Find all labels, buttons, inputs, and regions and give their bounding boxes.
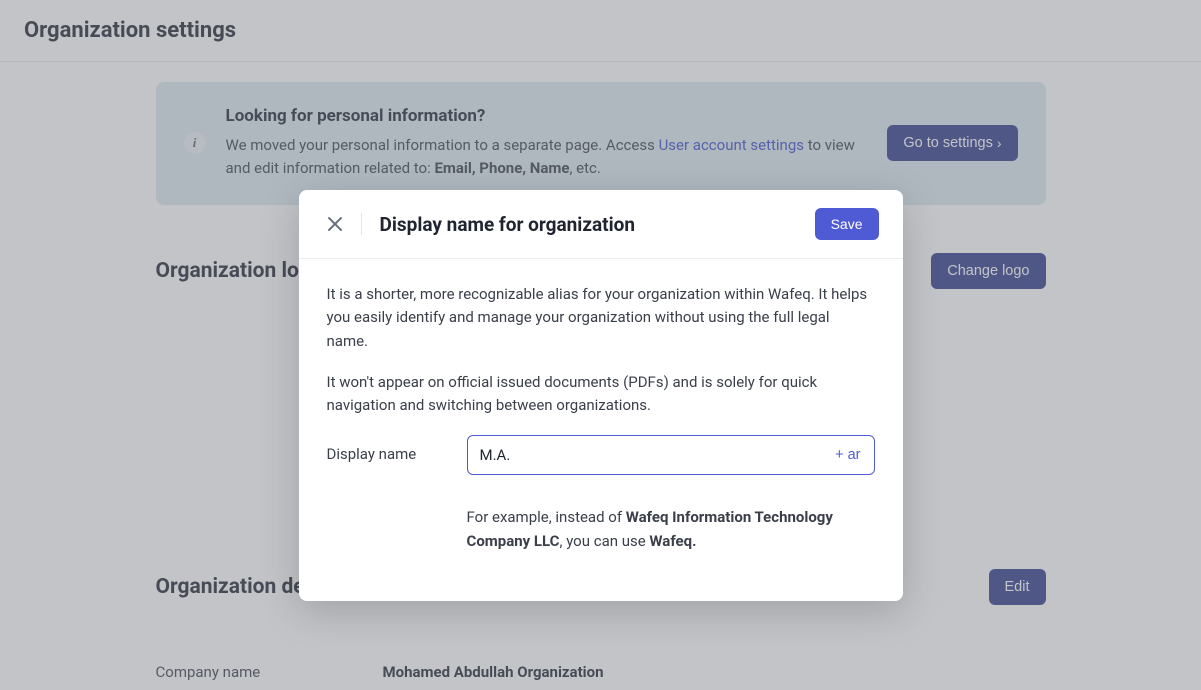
helper-bold-2: Wafeq. xyxy=(649,532,696,550)
display-name-modal: Display name for organization Save It is… xyxy=(299,190,903,601)
input-wrap: + ar xyxy=(467,435,875,475)
modal-description-1: It is a shorter, more recognizable alias… xyxy=(327,283,875,353)
add-arabic-button[interactable]: + ar xyxy=(831,445,864,465)
header-divider xyxy=(361,213,362,235)
modal-body: It is a shorter, more recognizable alias… xyxy=(299,259,903,601)
modal-description-2: It won't appear on official issued docum… xyxy=(327,371,875,418)
display-name-label: Display name xyxy=(327,435,467,463)
helper-text: For example, instead of Wafeq Informatio… xyxy=(467,505,875,553)
display-name-row: Display name + ar For example, instead o… xyxy=(327,435,875,553)
helper-prefix: For example, instead of xyxy=(467,508,626,526)
close-icon xyxy=(327,216,343,232)
helper-mid: , you can use xyxy=(560,532,650,550)
modal-header: Display name for organization Save xyxy=(299,190,903,259)
save-button[interactable]: Save xyxy=(815,208,879,240)
display-name-input[interactable] xyxy=(467,435,875,475)
modal-title: Display name for organization xyxy=(380,213,815,236)
close-button[interactable] xyxy=(323,212,347,236)
display-name-field-wrap: + ar For example, instead of Wafeq Infor… xyxy=(467,435,875,553)
